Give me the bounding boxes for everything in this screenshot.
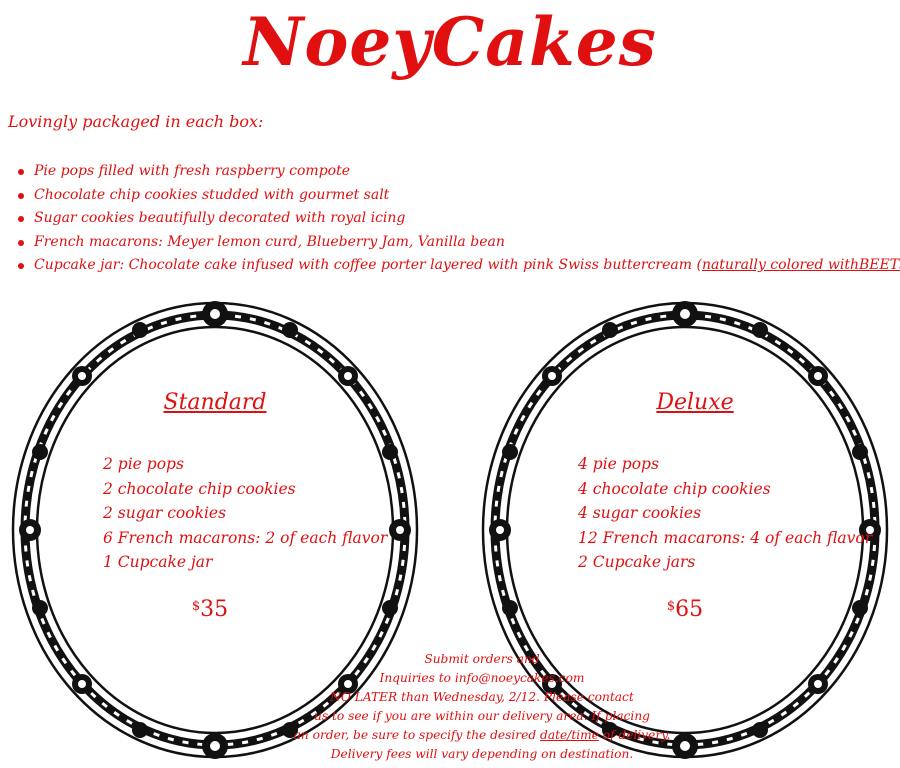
currency-symbol: $ — [191, 599, 201, 614]
standard-package-title: Standard — [163, 390, 267, 415]
brand-title: NoeyCakes — [243, 3, 657, 81]
deluxe-package-title: Deluxe — [656, 390, 734, 415]
footer-line: Inquiries to info@noeycakes.com — [379, 671, 585, 685]
list-item: 6 French macarons: 2 of each flavor — [103, 528, 388, 547]
footer-line: Delivery fees will vary depending on des… — [330, 747, 634, 761]
cupcake-item-text: Cupcake jar: Chocolate cake infused with… — [34, 257, 697, 273]
footer-line: us to see if you are within our delivery… — [314, 709, 650, 723]
order-instructions: Submit orders and Inquiries to info@noey… — [262, 650, 702, 764]
standard-price: $35 — [150, 597, 270, 622]
list-item: Chocolate chip cookies studded with gour… — [18, 184, 900, 208]
list-item: 1 Cupcake jar — [103, 553, 213, 571]
date-time-text: date/time — [540, 728, 599, 742]
box-items-list: Pie pops filled with fresh raspberry com… — [12, 160, 900, 278]
list-item: 2 Cupcake jars — [578, 553, 696, 571]
footer-line: an order, be sure to specify the desired… — [262, 726, 702, 745]
currency-symbol: $ — [666, 599, 676, 614]
list-item: French macarons: Meyer lemon curd, Blueb… — [18, 231, 900, 255]
list-item: Sugar cookies beautifully decorated with… — [18, 207, 900, 231]
list-item: 4 chocolate chip cookies — [578, 479, 771, 498]
footer-text: an order, be sure to specify the desired — [293, 728, 541, 742]
intro-text: Lovingly packaged in each box: — [8, 112, 264, 131]
beets-link[interactable]: naturally colored withBEETS! — [702, 257, 900, 273]
deluxe-package-items: 4 pie pops 4 chocolate chip cookies 4 su… — [578, 452, 872, 575]
footer-line: Submit orders and — [424, 652, 540, 666]
list-item: 2 pie pops — [103, 455, 184, 473]
list-item: Pie pops filled with fresh raspberry com… — [18, 160, 900, 184]
price-value: 65 — [675, 597, 704, 622]
list-item: Cupcake jar: Chocolate cake infused with… — [18, 254, 900, 278]
price-value: 35 — [200, 597, 229, 622]
footer-text: of delivery. — [598, 728, 671, 742]
list-item: 2 sugar cookies — [103, 504, 227, 522]
list-item: 4 sugar cookies — [578, 504, 702, 522]
list-item: 4 pie pops — [578, 455, 659, 473]
list-item: 2 chocolate chip cookies — [103, 479, 296, 498]
footer-line: NO LATER than Wednesday, 2/12. Please co… — [330, 690, 634, 704]
list-item: 12 French macarons: 4 of each flavor — [578, 528, 873, 547]
deluxe-price: $65 — [625, 597, 745, 622]
standard-package-items: 2 pie pops 2 chocolate chip cookies 2 su… — [103, 452, 387, 575]
